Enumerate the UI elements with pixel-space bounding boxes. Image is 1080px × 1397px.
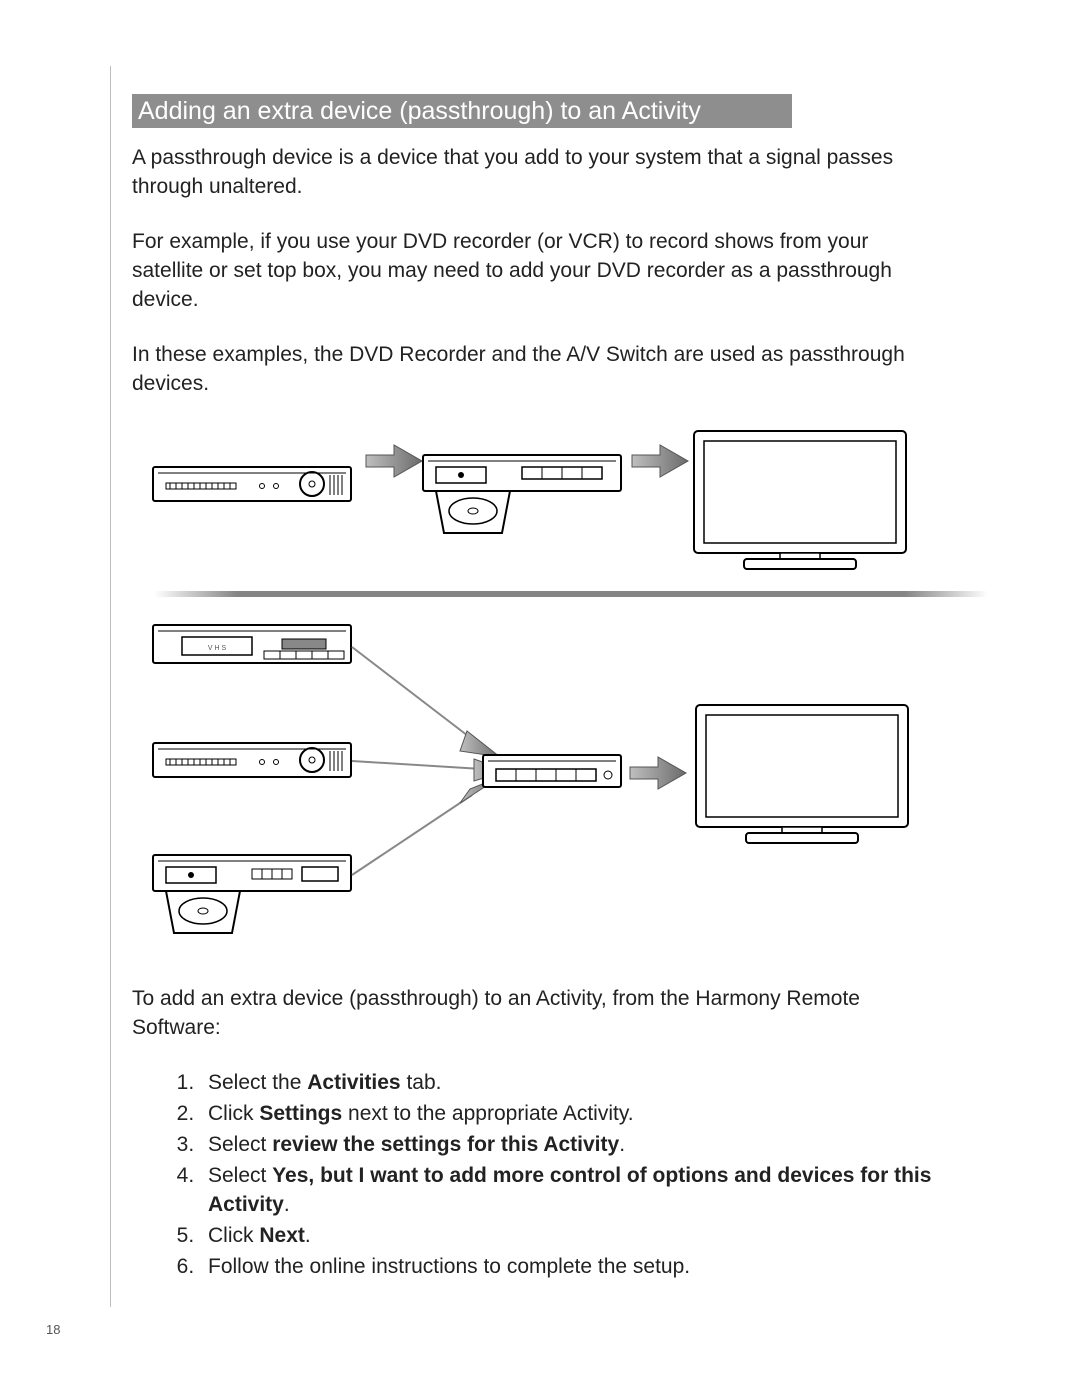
step-2: Click Settings next to the appropriate A…: [200, 1100, 960, 1129]
arrow-icon: [628, 753, 688, 793]
arrow-icon: [364, 441, 424, 481]
step-bold: review the settings for this Activity: [272, 1133, 619, 1156]
receiver-device: [152, 453, 352, 513]
step-text: .: [305, 1224, 311, 1247]
dvd-player-device: [152, 847, 352, 947]
step-4: Select Yes, but I want to add more contr…: [200, 1162, 960, 1220]
step-5: Click Next.: [200, 1222, 960, 1251]
diagram-row-1: [132, 425, 1010, 585]
step-1: Select the Activities tab.: [200, 1069, 960, 1098]
step-text: .: [619, 1133, 625, 1156]
vcr-device: V H S: [152, 619, 352, 673]
step-3: Select review the settings for this Acti…: [200, 1131, 960, 1160]
step-6: Follow the online instructions to comple…: [200, 1253, 960, 1282]
step-text: tab.: [401, 1071, 442, 1094]
step-text: Click: [208, 1102, 259, 1125]
step-text: Select the: [208, 1071, 307, 1094]
diagram-row-2: V H S: [132, 619, 1010, 959]
step-bold: Next: [259, 1224, 305, 1247]
step-text: .: [284, 1193, 290, 1216]
av-switch-device: [482, 749, 622, 797]
paragraph-2: For example, if you use your DVD recorde…: [132, 228, 942, 315]
paragraph-3: In these examples, the DVD Recorder and …: [132, 341, 942, 399]
page-number: 18: [46, 1322, 60, 1337]
step-text: next to the appropriate Activity.: [342, 1102, 633, 1125]
section-heading: Adding an extra device (passthrough) to …: [132, 94, 792, 128]
vhs-label: V H S: [208, 645, 227, 652]
diagram-area: V H S: [132, 425, 1010, 959]
receiver-device: [152, 729, 352, 789]
step-text: Select: [208, 1164, 272, 1187]
paragraph-1: A passthrough device is a device that yo…: [132, 144, 942, 202]
arrow-icon: [630, 441, 690, 481]
step-bold: Settings: [259, 1102, 342, 1125]
vertical-margin-line: [110, 66, 111, 1307]
paragraph-4: To add an extra device (passthrough) to …: [132, 985, 942, 1043]
step-text: Click: [208, 1224, 259, 1247]
steps-list: Select the Activities tab. Click Setting…: [170, 1069, 960, 1282]
tv-device: [690, 425, 910, 575]
tv-device: [692, 699, 912, 849]
dvd-recorder-device: [422, 447, 622, 547]
diagram-divider: [154, 591, 988, 597]
step-bold: Activities: [307, 1071, 400, 1094]
step-text: Select: [208, 1133, 272, 1156]
step-bold: Yes, but I want to add more control of o…: [208, 1164, 931, 1216]
